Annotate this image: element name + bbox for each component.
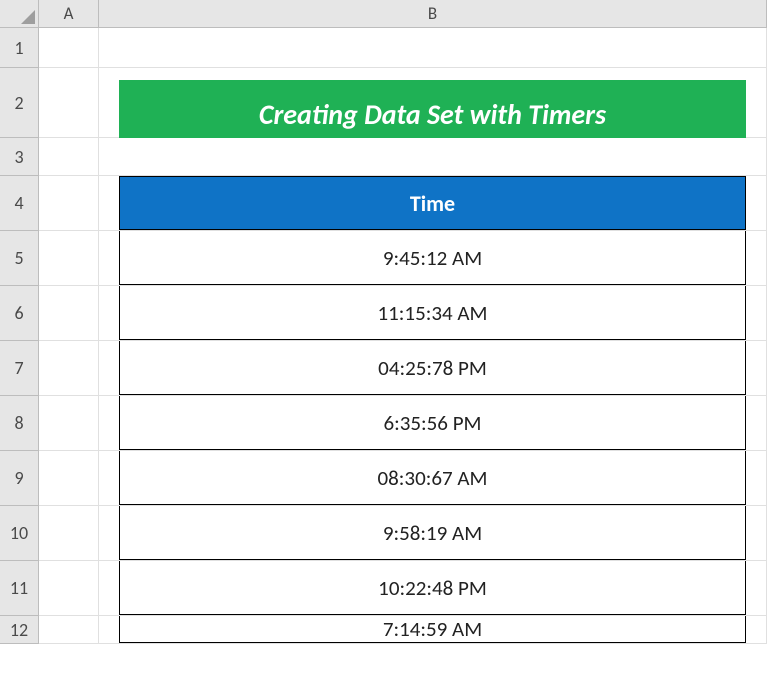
row-header-8[interactable]: 8 bbox=[0, 396, 39, 451]
cell-B4[interactable]: Time bbox=[99, 176, 767, 231]
cell-B10[interactable]: 9:58:19 AM bbox=[99, 506, 767, 561]
row-header-11[interactable]: 11 bbox=[0, 561, 39, 616]
cell-B9[interactable]: 08:30:67 AM bbox=[99, 451, 767, 506]
cell-A9[interactable] bbox=[39, 451, 99, 506]
row-header-10[interactable]: 10 bbox=[0, 506, 39, 561]
cell-B12[interactable]: 7:14:59 AM bbox=[99, 616, 767, 644]
row-header-3[interactable]: 3 bbox=[0, 138, 39, 176]
cell-A10[interactable] bbox=[39, 506, 99, 561]
table-header-time: Time bbox=[119, 176, 746, 230]
cell-B2[interactable]: Creating Data Set with Timers bbox=[99, 68, 767, 138]
row-header-4[interactable]: 4 bbox=[0, 176, 39, 231]
col-header-B[interactable]: B bbox=[99, 0, 767, 28]
table-cell: 08:30:67 AM bbox=[119, 451, 746, 505]
spreadsheet-grid: A B 1 2 Creating Data Set with Timers 3 … bbox=[0, 0, 767, 644]
cell-A5[interactable] bbox=[39, 231, 99, 286]
table-cell: 6:35:56 PM bbox=[119, 396, 746, 450]
col-header-A[interactable]: A bbox=[39, 0, 99, 28]
cell-B8[interactable]: 6:35:56 PM bbox=[99, 396, 767, 451]
cell-A3[interactable] bbox=[39, 138, 99, 176]
cell-A8[interactable] bbox=[39, 396, 99, 451]
table-cell: 9:58:19 AM bbox=[119, 506, 746, 560]
cell-A2[interactable] bbox=[39, 68, 99, 138]
row-header-1[interactable]: 1 bbox=[0, 28, 39, 68]
row-header-12[interactable]: 12 bbox=[0, 616, 39, 644]
cell-B7[interactable]: 04:25:78 PM bbox=[99, 341, 767, 396]
row-header-5[interactable]: 5 bbox=[0, 231, 39, 286]
cell-A12[interactable] bbox=[39, 616, 99, 644]
row-header-7[interactable]: 7 bbox=[0, 341, 39, 396]
table-cell: 11:15:34 AM bbox=[119, 286, 746, 340]
table-cell: 7:14:59 AM bbox=[119, 616, 746, 643]
cell-A1[interactable] bbox=[39, 28, 99, 68]
cell-B3[interactable] bbox=[99, 138, 767, 176]
table-cell: 10:22:48 PM bbox=[119, 561, 746, 615]
table-cell: 04:25:78 PM bbox=[119, 341, 746, 395]
cell-A11[interactable] bbox=[39, 561, 99, 616]
cell-A6[interactable] bbox=[39, 286, 99, 341]
row-header-9[interactable]: 9 bbox=[0, 451, 39, 506]
row-header-6[interactable]: 6 bbox=[0, 286, 39, 341]
cell-A7[interactable] bbox=[39, 341, 99, 396]
cell-A4[interactable] bbox=[39, 176, 99, 231]
cell-B1[interactable] bbox=[99, 28, 767, 68]
row-header-2[interactable]: 2 bbox=[0, 68, 39, 138]
table-cell: 9:45:12 AM bbox=[119, 231, 746, 285]
cell-B11[interactable]: 10:22:48 PM bbox=[99, 561, 767, 616]
cell-B5[interactable]: 9:45:12 AM bbox=[99, 231, 767, 286]
select-all-corner[interactable] bbox=[0, 0, 39, 28]
cell-B6[interactable]: 11:15:34 AM bbox=[99, 286, 767, 341]
